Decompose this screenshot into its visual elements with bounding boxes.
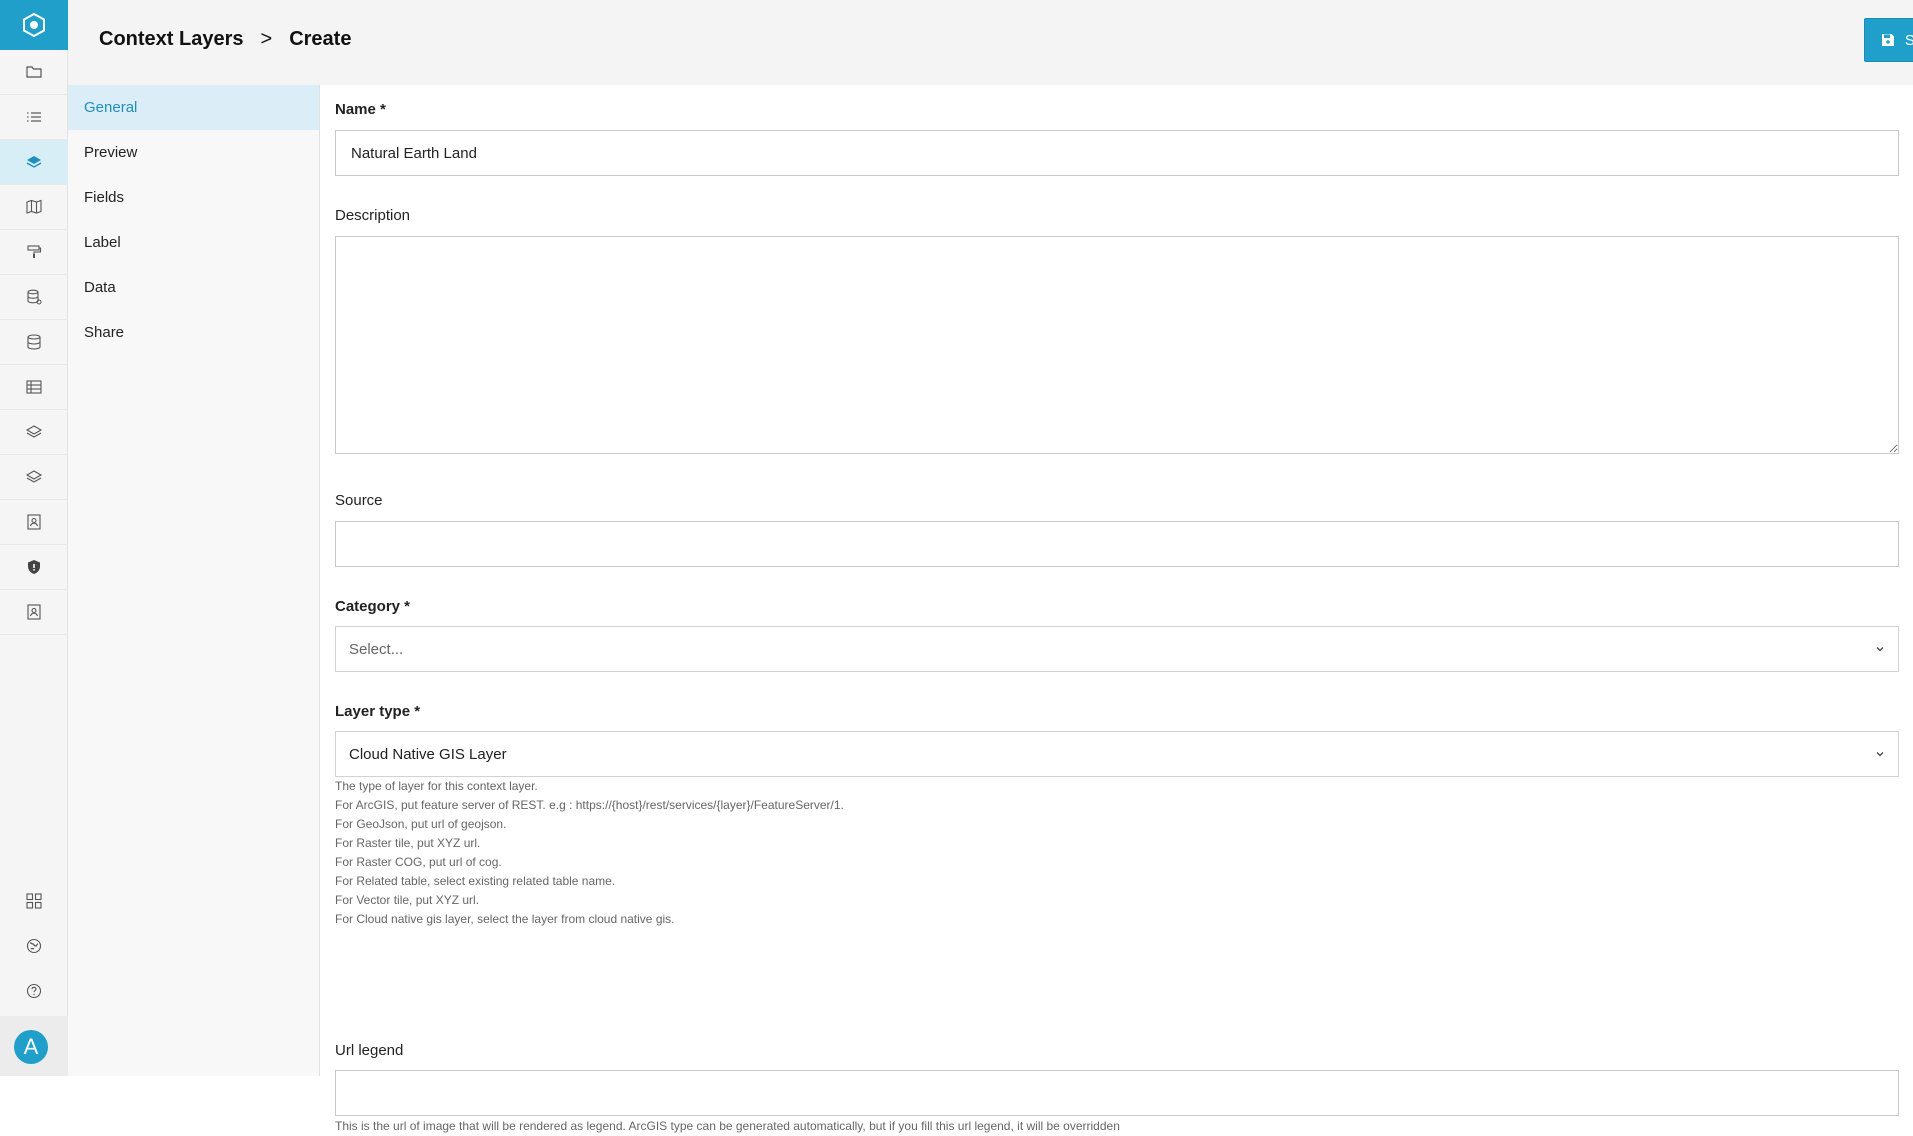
save-button-label: Save bbox=[1904, 31, 1913, 49]
rail-apps[interactable] bbox=[0, 878, 68, 923]
layer-type-help-line: For Related table, select existing relat… bbox=[335, 874, 616, 888]
layer-type-help-line: For GeoJson, put url of geojson. bbox=[335, 817, 507, 831]
map-icon bbox=[26, 199, 42, 214]
database-icon bbox=[27, 334, 41, 350]
rail-list[interactable] bbox=[0, 95, 68, 140]
layer-type-help-line: For Cloud native gis layer, select the l… bbox=[335, 912, 675, 926]
rail-map[interactable] bbox=[0, 185, 68, 230]
user-avatar[interactable]: A bbox=[14, 1030, 48, 1064]
save-button[interactable]: Save bbox=[1864, 18, 1913, 62]
globe-icon bbox=[26, 938, 42, 953]
rail-layers-b[interactable] bbox=[0, 455, 68, 500]
contact-book-icon bbox=[27, 604, 41, 620]
chevron-down-icon bbox=[1876, 647, 1884, 652]
tab-data[interactable]: Data bbox=[68, 265, 319, 310]
contact-book-icon bbox=[27, 514, 41, 530]
layer-type-help: The type of layer for this context layer… bbox=[335, 777, 844, 929]
rail-help[interactable] bbox=[0, 968, 68, 1013]
category-label: Category * bbox=[335, 598, 411, 615]
rail-folder[interactable] bbox=[0, 50, 68, 95]
layer-type-help-line: For ArcGIS, put feature server of REST. … bbox=[335, 798, 844, 812]
breadcrumb-separator: > bbox=[260, 28, 273, 50]
category-select[interactable]: Select... bbox=[335, 626, 1899, 672]
layer-type-help-line: For Raster tile, put XYZ url. bbox=[335, 836, 481, 850]
layer-type-select[interactable]: Cloud Native GIS Layer bbox=[335, 731, 1899, 777]
url-legend-input[interactable] bbox=[335, 1070, 1899, 1116]
rail-globe[interactable] bbox=[0, 923, 68, 968]
tab-preview[interactable]: Preview bbox=[68, 130, 319, 175]
source-input[interactable] bbox=[335, 521, 1899, 567]
help-icon bbox=[26, 983, 42, 998]
floppy-disk-icon bbox=[1881, 34, 1894, 46]
rail-contacts-a[interactable] bbox=[0, 500, 68, 545]
shield-icon bbox=[28, 560, 40, 574]
database-stack-icon bbox=[27, 289, 42, 305]
list-icon bbox=[27, 112, 41, 122]
tab-share[interactable]: Share bbox=[68, 310, 319, 355]
breadcrumb: Context Layers > Create bbox=[99, 28, 351, 51]
description-label: Description bbox=[335, 207, 411, 224]
app-logo-icon bbox=[23, 12, 45, 38]
section-nav: General Preview Fields Label Data Share bbox=[68, 85, 320, 1076]
breadcrumb-current: Create bbox=[289, 28, 352, 50]
rail-style[interactable] bbox=[0, 230, 68, 275]
table-icon bbox=[26, 380, 42, 394]
tab-general[interactable]: General bbox=[68, 85, 319, 130]
rail-context-layers[interactable] bbox=[0, 140, 68, 185]
layer-type-select-value: Cloud Native GIS Layer bbox=[349, 745, 507, 763]
chevron-down-icon bbox=[1876, 752, 1884, 757]
source-label: Source bbox=[335, 492, 383, 509]
layer-type-label: Layer type * bbox=[335, 703, 421, 720]
icon-rail: A bbox=[0, 0, 68, 1076]
grid-icon bbox=[26, 892, 42, 909]
description-textarea[interactable] bbox=[335, 236, 1899, 454]
name-label: Name * bbox=[335, 101, 386, 118]
rail-security[interactable] bbox=[0, 545, 68, 590]
url-legend-label: Url legend bbox=[335, 1042, 404, 1059]
rail-dataset-views[interactable] bbox=[0, 275, 68, 320]
layer-type-help-line: The type of layer for this context layer… bbox=[335, 779, 538, 793]
rail-tables[interactable] bbox=[0, 365, 68, 410]
layer-type-help-line: For Vector tile, put XYZ url. bbox=[335, 893, 480, 907]
url-legend-help: This is the url of image that will be re… bbox=[335, 1119, 1120, 1133]
breadcrumb-root-link[interactable]: Context Layers bbox=[99, 28, 244, 51]
layers-outline-icon bbox=[25, 470, 43, 483]
layers-icon bbox=[26, 156, 42, 168]
tab-label[interactable]: Label bbox=[68, 220, 319, 265]
category-select-value: Select... bbox=[349, 640, 404, 658]
rail-datasets[interactable] bbox=[0, 320, 68, 365]
folder-icon bbox=[26, 66, 42, 78]
page-header: Context Layers > Create Save bbox=[68, 0, 1913, 85]
name-input[interactable] bbox=[335, 130, 1899, 176]
tab-fields[interactable]: Fields bbox=[68, 175, 319, 220]
rail-layers-a[interactable] bbox=[0, 410, 68, 455]
paint-roller-icon bbox=[27, 245, 42, 258]
layer-type-help-line: For Raster COG, put url of cog. bbox=[335, 855, 502, 869]
layers-outline-icon bbox=[25, 425, 43, 438]
app-logo[interactable] bbox=[0, 0, 68, 50]
rail-contacts-b[interactable] bbox=[0, 590, 68, 635]
